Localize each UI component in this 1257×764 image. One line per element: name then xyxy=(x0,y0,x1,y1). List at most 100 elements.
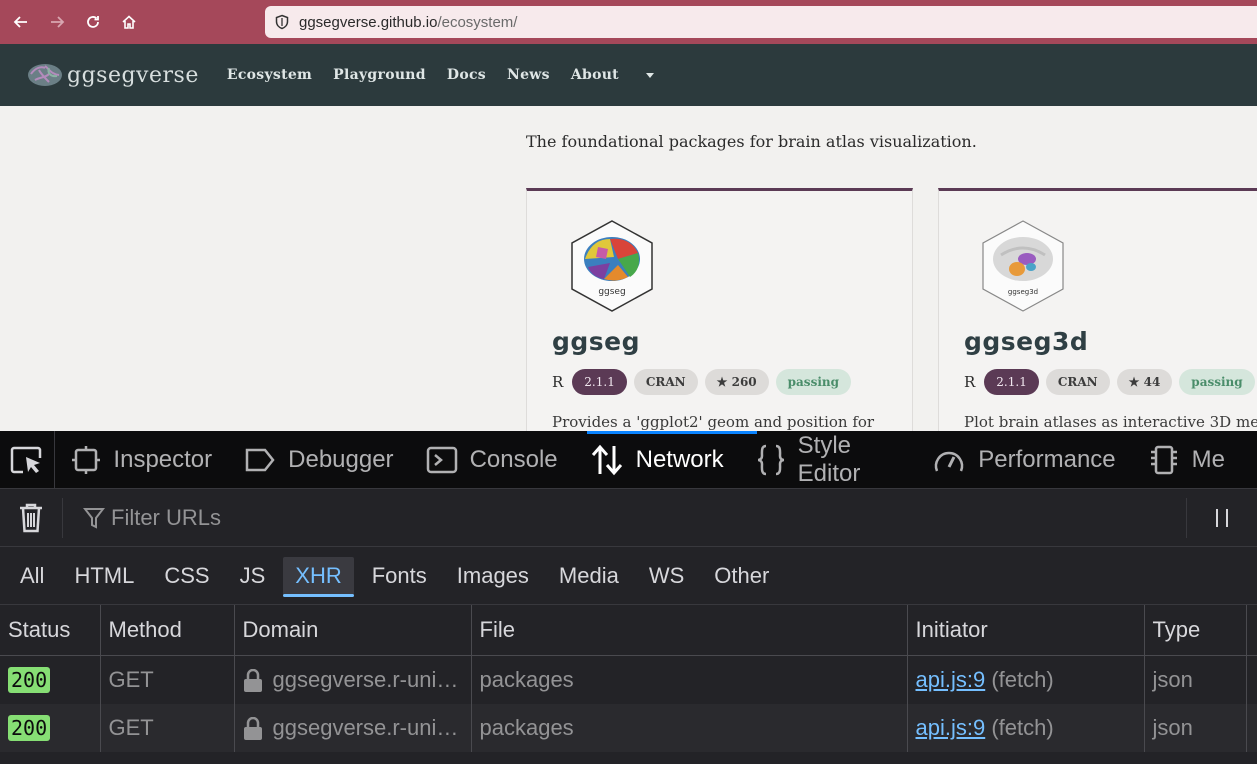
card-title[interactable]: ggseg xyxy=(552,327,640,356)
card-title[interactable]: ggseg3d xyxy=(964,327,1088,356)
site-header: ggsegverse Ecosystem Playground Docs New… xyxy=(0,44,1257,106)
nav-news[interactable]: News xyxy=(507,67,550,83)
ggseg-hex-logo: ggseg xyxy=(571,220,653,312)
element-picker-button[interactable] xyxy=(0,431,56,488)
debugger-icon xyxy=(244,447,276,473)
tab-network[interactable]: Network xyxy=(590,431,724,488)
nav-playground[interactable]: Playground xyxy=(333,67,426,83)
status-badge: 200 xyxy=(8,667,51,693)
domain-cell: ggsegverse.r-uni… xyxy=(234,704,472,752)
url-path: /ecosystem/ xyxy=(437,13,518,31)
card-badges: R 2.1.1 CRAN ★ 44 passing xyxy=(964,369,1257,395)
tab-debugger[interactable]: Debugger xyxy=(244,431,394,488)
domain-text: ggsegverse.r-uni… xyxy=(272,666,459,692)
type-css[interactable]: CSS xyxy=(152,557,221,595)
request-type-filters: All HTML CSS JS XHR Fonts Images Media W… xyxy=(0,547,1257,605)
element-picker-icon xyxy=(10,446,42,473)
col-status[interactable]: Status xyxy=(0,605,101,656)
tab-style-editor[interactable]: Style Editor xyxy=(756,431,901,488)
tab-performance[interactable]: Performance xyxy=(932,431,1116,488)
table-row[interactable]: 200 GET ggsegverse.r-uni… packages api.j… xyxy=(0,655,1257,704)
performance-icon xyxy=(932,445,966,475)
file-cell: packages xyxy=(471,704,908,752)
pause-icon xyxy=(1216,509,1228,527)
version-badge: 2.1.1 xyxy=(984,369,1039,395)
url-bar[interactable]: ggsegverse.github.io/ecosystem/ xyxy=(265,6,1257,38)
dropdown-caret-icon xyxy=(645,72,654,78)
brand-name: ggsegverse xyxy=(67,62,199,88)
tab-network-label: Network xyxy=(635,445,724,473)
package-card-ggseg3d[interactable]: ggseg3d ggseg3d R 2.1.1 CRAN ★ 44 passin… xyxy=(938,188,1257,448)
memory-icon xyxy=(1148,444,1180,476)
lang-label: R xyxy=(552,373,564,391)
col-file[interactable]: File xyxy=(471,605,908,656)
forward-button[interactable] xyxy=(39,0,75,44)
type-js[interactable]: JS xyxy=(228,557,278,595)
nav-ecosystem[interactable]: Ecosystem xyxy=(227,67,312,83)
requests-table: Status Method Domain File Initiator Type… xyxy=(0,605,1257,752)
type-cell: json xyxy=(1144,655,1247,704)
filter-urls-input[interactable]: Filter URLs xyxy=(83,505,221,531)
reload-button[interactable] xyxy=(75,0,111,44)
initiator-cell: api.js:9 (fetch) xyxy=(907,704,1145,752)
type-other[interactable]: Other xyxy=(702,557,781,595)
console-icon xyxy=(426,446,458,474)
table-row[interactable]: 200 GET ggsegverse.r-uni… packages api.j… xyxy=(0,704,1257,752)
col-initiator[interactable]: Initiator xyxy=(907,605,1145,656)
build-status-badge: passing xyxy=(775,369,851,395)
type-images[interactable]: Images xyxy=(445,557,541,595)
extra-cell xyxy=(1246,655,1257,704)
type-cell: json xyxy=(1144,704,1247,752)
site-nav: Ecosystem Playground Docs News About xyxy=(227,67,675,83)
tab-console-label: Console xyxy=(469,445,558,473)
stars-badge: ★ 260 xyxy=(704,369,769,395)
site-logo[interactable]: ggsegverse xyxy=(27,62,199,88)
type-ws[interactable]: WS xyxy=(637,557,696,595)
type-media[interactable]: Media xyxy=(547,557,631,595)
package-card-ggseg[interactable]: ggseg ggseg R 2.1.1 CRAN ★ 260 passing P… xyxy=(526,188,913,448)
trash-icon xyxy=(20,503,42,532)
tab-memory[interactable]: Me xyxy=(1148,431,1225,488)
clear-button[interactable] xyxy=(0,497,63,538)
tab-debugger-label: Debugger xyxy=(288,445,394,473)
lock-icon xyxy=(243,717,262,741)
ggseg3d-hex-label: ggseg3d xyxy=(1008,288,1038,296)
pause-button[interactable] xyxy=(1186,498,1257,538)
type-html[interactable]: HTML xyxy=(62,557,146,595)
type-all[interactable]: All xyxy=(8,557,56,595)
build-status-badge: passing xyxy=(1179,369,1255,395)
nav-docs[interactable]: Docs xyxy=(447,67,486,83)
initiator-link[interactable]: api.js:9 xyxy=(916,667,986,692)
browser-toolbar: ggsegverse.github.io/ecosystem/ xyxy=(0,0,1257,44)
file-cell: packages xyxy=(471,655,908,704)
filter-funnel-icon xyxy=(83,507,105,529)
col-method[interactable]: Method xyxy=(100,605,235,656)
status-badge: 200 xyxy=(8,715,51,741)
tab-performance-label: Performance xyxy=(978,445,1116,473)
type-fonts[interactable]: Fonts xyxy=(360,557,439,595)
card-description: Plot brain atlases as interactive 3D me xyxy=(964,413,1257,431)
domain-text: ggsegverse.r-uni… xyxy=(272,714,459,740)
cran-badge: CRAN xyxy=(1045,369,1110,395)
card-badges: R 2.1.1 CRAN ★ 260 passing xyxy=(552,369,858,395)
devtools-panel: Inspector Debugger Console Network Style… xyxy=(0,431,1257,764)
lang-label: R xyxy=(964,373,976,391)
tab-memory-label: Me xyxy=(1191,445,1225,473)
back-arrow-icon xyxy=(13,16,27,28)
col-domain[interactable]: Domain xyxy=(234,605,472,656)
type-xhr[interactable]: XHR xyxy=(283,556,355,597)
devtools-tabs: Inspector Debugger Console Network Style… xyxy=(0,431,1257,489)
stars-badge: ★ 44 xyxy=(1116,369,1173,395)
tab-console[interactable]: Console xyxy=(426,431,558,488)
tab-inspector[interactable]: Inspector xyxy=(71,431,212,488)
nav-about[interactable]: About xyxy=(571,67,654,83)
method-cell: GET xyxy=(100,704,235,752)
back-button[interactable] xyxy=(3,0,39,44)
initiator-link[interactable]: api.js:9 xyxy=(916,715,986,740)
network-toolbar: Filter URLs xyxy=(0,489,1257,547)
network-icon xyxy=(590,444,624,476)
col-type[interactable]: Type xyxy=(1144,605,1247,656)
inspector-icon xyxy=(71,445,101,475)
home-button[interactable] xyxy=(111,0,147,44)
card-description: Provides a 'ggplot2' geom and position f… xyxy=(552,413,875,431)
